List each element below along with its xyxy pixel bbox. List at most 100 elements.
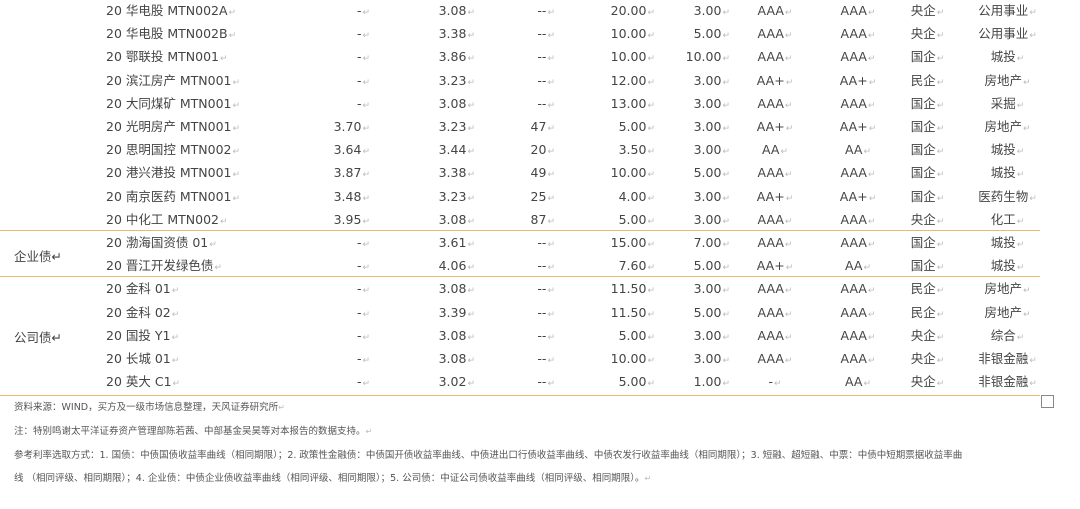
paragraph-mark-icon: ↵	[722, 170, 730, 181]
checkbox-icon[interactable]	[1041, 395, 1054, 408]
table-cell: AAA↵	[745, 208, 805, 231]
cell-text: -	[356, 351, 362, 366]
paragraph-mark-icon: ↵	[784, 8, 793, 18]
table-cell: AA↵	[745, 138, 805, 161]
group-label-text: 公司债	[14, 330, 52, 346]
paragraph-mark-icon: ↵	[547, 193, 555, 204]
table-row: 20 华电股 MTN002A↵ -↵ 3.08↵ --↵ 20.00↵ 3.00↵ AAA↵…	[0, 0, 1080, 22]
cell-text: 3.38	[438, 165, 467, 181]
cell-text: 央企	[910, 351, 936, 366]
cell-text: 20 金科 01	[106, 281, 171, 297]
cell-text: 央企	[910, 327, 936, 343]
bond-name-cell: 20 长城 01↵	[106, 347, 179, 370]
cell-text: 3.86	[438, 49, 467, 65]
paragraph-mark-icon: ↵	[647, 124, 655, 134]
paragraph-mark-icon: ↵	[51, 249, 62, 265]
paragraph-mark-icon: ↵	[867, 170, 876, 181]
paragraph-mark-icon: ↵	[867, 332, 876, 343]
paragraph-mark-icon: ↵	[1029, 193, 1037, 204]
paragraph-mark-icon: ↵	[1016, 54, 1025, 65]
table-cell: 3.08↵	[425, 208, 475, 231]
paragraph-mark-icon: ↵	[867, 356, 876, 366]
paragraph-mark-icon: ↵	[722, 8, 730, 18]
table-cell: AAA↵	[745, 301, 805, 324]
paragraph-mark-icon: ↵	[784, 286, 793, 297]
paragraph-mark-icon: ↵	[784, 240, 793, 250]
table-cell: 3.00↵	[680, 208, 730, 231]
cell-text: 11.50	[610, 281, 647, 297]
paragraph-mark-icon: ↵	[362, 216, 370, 227]
paragraph-mark-icon: ↵	[867, 8, 876, 18]
table-cell: 国企↵	[900, 138, 955, 161]
table-cell: 49↵	[505, 161, 555, 184]
cell-text: AA+	[756, 188, 785, 204]
paragraph-mark-icon: ↵	[722, 216, 730, 227]
table-cell: -↵	[320, 69, 370, 92]
table-cell: --↵	[505, 92, 555, 115]
cell-text: 国企	[910, 142, 936, 158]
paragraph-mark-icon: ↵	[467, 8, 475, 18]
table-cell: -↵	[320, 45, 370, 68]
bond-name-cell: 20 港兴港投 MTN001↵	[106, 161, 240, 184]
cell-text: --	[537, 281, 547, 297]
table-cell: 3.64↵	[320, 138, 370, 161]
cell-text: AA	[762, 142, 780, 158]
table-row: 20 港兴港投 MTN001↵ 3.87↵ 3.38↵ 49↵ 10.00↵ 5.00↵ A…	[0, 161, 1080, 184]
paragraph-mark-icon: ↵	[784, 54, 793, 65]
paragraph-mark-icon: ↵	[780, 147, 788, 158]
cell-text: 20 国投 Y1	[106, 327, 171, 343]
paragraph-mark-icon: ↵	[467, 379, 475, 390]
paragraph-mark-icon: ↵	[1016, 216, 1025, 227]
paragraph-mark-icon: ↵	[1022, 309, 1031, 320]
paragraph-mark-icon: ↵	[232, 77, 241, 88]
cell-text: 20 中化工 MTN002	[106, 211, 219, 227]
paragraph-mark-icon: ↵	[722, 100, 730, 111]
paragraph-mark-icon: ↵	[868, 77, 877, 88]
cell-text: AAA	[840, 211, 867, 227]
paragraph-mark-icon: ↵	[362, 286, 370, 297]
cell-text: 20 金科 02	[106, 304, 171, 320]
paragraph-mark-icon: ↵	[1016, 170, 1025, 181]
bond-name-cell: 20 光明房产 MTN001↵	[106, 115, 240, 138]
cell-text: 20 滨江房产 MTN001	[106, 72, 232, 88]
cell-text: 3.00	[693, 72, 722, 88]
paragraph-mark-icon: ↵	[467, 100, 475, 111]
paragraph-mark-icon: ↵	[722, 263, 730, 274]
cell-text: 央企	[910, 374, 936, 390]
table-cell: 10.00↵	[680, 45, 730, 68]
paragraph-mark-icon: ↵	[936, 332, 945, 343]
table-cell: 5.00↵	[605, 115, 655, 138]
cell-text: --	[537, 327, 547, 343]
paragraph-mark-icon: ↵	[467, 240, 475, 250]
cell-text: 央企	[910, 26, 936, 42]
cell-text: AAA	[840, 351, 867, 366]
table-cell: --↵	[505, 347, 555, 370]
paragraph-mark-icon: ↵	[1016, 332, 1025, 343]
paragraph-mark-icon: ↵	[171, 286, 180, 297]
cell-text: 49	[530, 165, 547, 181]
paragraph-mark-icon: ↵	[228, 31, 237, 42]
paragraph-mark-icon: ↵	[232, 124, 241, 134]
paragraph-mark-icon: ↵	[1022, 286, 1031, 297]
table-cell: 3.95↵	[320, 208, 370, 231]
cell-text: 10.00	[610, 49, 647, 65]
table-cell: --↵	[505, 370, 555, 393]
table-cell: 3.08↵	[425, 277, 475, 300]
table-row: 20 国投 Y1↵ -↵ 3.08↵ --↵ 5.00↵ 3.00↵ AAA↵ AAA↵ 央企↵…	[0, 324, 1080, 347]
cell-text: 3.00	[693, 142, 722, 158]
paragraph-mark-icon: ↵	[467, 286, 475, 297]
paragraph-mark-icon: ↵	[467, 77, 475, 88]
table-cell: 公用事业↵	[965, 22, 1050, 45]
paragraph-mark-icon: ↵	[362, 77, 370, 88]
cell-text: 3.61	[438, 235, 467, 250]
paragraph-mark-icon: ↵	[785, 77, 794, 88]
table-cell: 3.70↵	[320, 115, 370, 138]
table-row: 20 金科 02↵ -↵ 3.39↵ --↵ 11.50↵ 5.00↵ AAA↵ AAA↵ 民企…	[0, 301, 1080, 324]
paragraph-mark-icon: ↵	[51, 330, 62, 346]
bond-name-cell: 20 国投 Y1↵	[106, 324, 179, 347]
paragraph-mark-icon: ↵	[867, 54, 876, 65]
cell-text: AA+	[756, 119, 785, 134]
cell-text: 20 华电股 MTN002A	[106, 3, 228, 18]
table-cell: 7.00↵	[680, 231, 730, 254]
table-cell: 非银金融↵	[965, 347, 1050, 370]
